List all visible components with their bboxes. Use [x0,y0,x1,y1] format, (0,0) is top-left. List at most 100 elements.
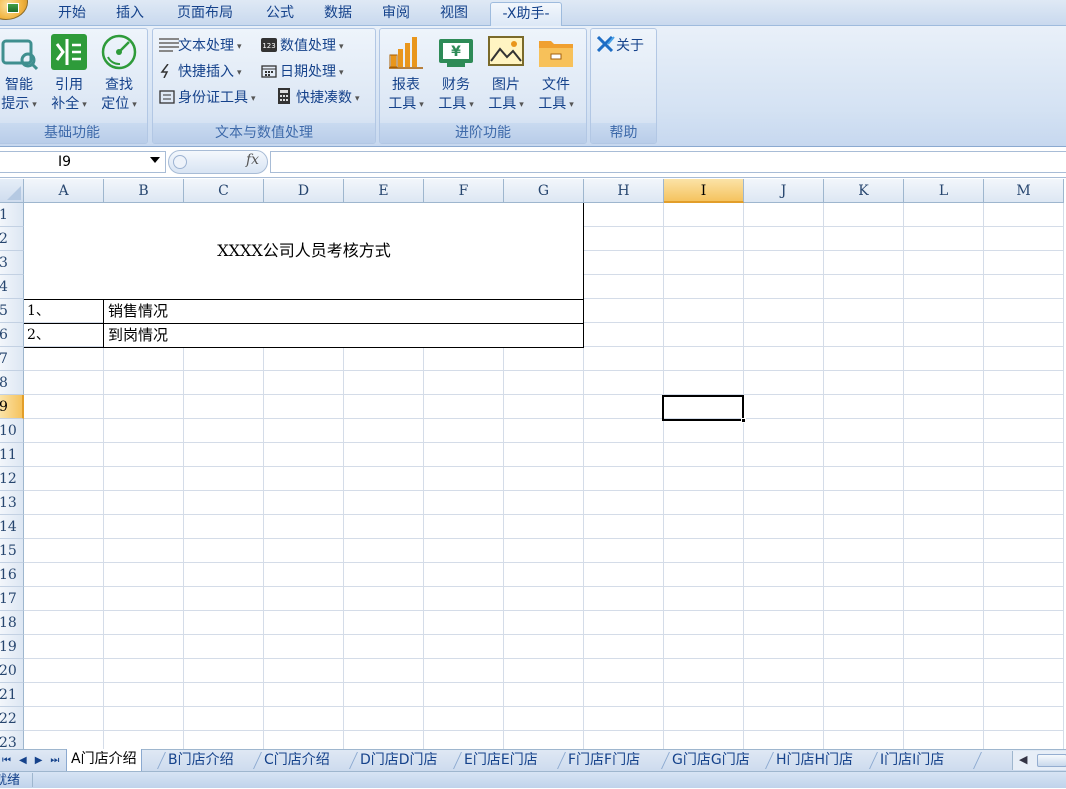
row-header-4[interactable]: 4 [0,275,24,299]
tab-data[interactable]: 数据 [316,2,360,26]
row-header-8[interactable]: 8 [0,371,24,395]
gridline-horizontal [24,442,1064,443]
spreadsheet-grid[interactable]: ABCDEFGHIJKLM 1 2 3 4 5 6 7 8 9 10 11 12 13 14 15 16 17 1… [0,179,1066,749]
column-header-j[interactable]: J [744,179,824,203]
smart-hint-button[interactable]: 智能 提示 ▾ [0,33,41,115]
column-header-l[interactable]: L [904,179,984,203]
expand-circle-icon[interactable] [173,155,187,169]
gridline-horizontal [24,514,1064,515]
next-sheet-icon[interactable]: ▶ [35,755,51,766]
row-header-20[interactable]: 20 [0,659,24,683]
reference-complete-button[interactable]: 引用 补全 ▾ [47,33,91,115]
date-processing-button[interactable]: 日期处理 ▾ [261,61,344,83]
file-tool-button[interactable]: 文件 工具 ▾ [534,33,578,115]
column-header-m[interactable]: M [984,179,1064,203]
gridline-horizontal [24,586,1064,587]
row-header-15[interactable]: 15 [0,539,24,563]
tab-insert[interactable]: 插入 [108,2,152,26]
last-sheet-icon[interactable]: ⏭ [50,755,67,766]
prev-sheet-icon[interactable]: ◀ [19,755,35,766]
sheet-tab-5[interactable]: E门店E门店 [460,750,542,771]
tab-formulas[interactable]: 公式 [258,2,302,26]
row-header-3[interactable]: 3 [0,251,24,275]
finance-yen-icon: ¥ [437,33,475,71]
row-header-6[interactable]: 6 [0,323,24,347]
row-header-23[interactable]: 23 [0,731,24,749]
tab-view[interactable]: 视图 [432,2,476,26]
column-header-a[interactable]: A [24,179,104,203]
picture-tool-label-1: 图片 [492,77,520,93]
row-header-11[interactable]: 11 [0,443,24,467]
text-processing-button[interactable]: 文本处理 ▾ [159,35,242,57]
sheet-tab-8[interactable]: H门店H门店 [772,750,857,771]
row-header-5[interactable]: 5 [0,299,24,323]
about-button[interactable]: 关于 [596,35,644,57]
column-header-h[interactable]: H [584,179,664,203]
number-processing-button[interactable]: 123 数值处理 ▾ [261,35,344,57]
quick-sum-button[interactable]: 快捷凑数 ▾ [277,87,360,109]
row-header-16[interactable]: 16 [0,563,24,587]
name-box[interactable]: I9 [0,151,166,173]
id-card-tool-button[interactable]: 身份证工具 ▾ [159,87,256,109]
scroll-left-icon[interactable]: ◀ [1019,753,1027,766]
tab-review[interactable]: 审阅 [374,2,418,26]
finance-tool-button[interactable]: ¥ 财务 工具 ▾ [434,33,478,115]
cell-b5[interactable]: 销售情况 [108,300,168,323]
sheet-nav-buttons[interactable]: ⏮◀▶⏭ [2,755,67,766]
sheet-tab-3[interactable]: C门店介绍 [260,750,334,771]
folder-icon [537,33,575,71]
column-header-i[interactable]: I [664,179,744,203]
row-header-22[interactable]: 22 [0,707,24,731]
row-header-9[interactable]: 9 [0,395,24,419]
gridline-vertical [743,203,744,749]
quick-insert-button[interactable]: 快捷插入 ▾ [159,61,242,83]
tab-home[interactable]: 开始 [50,2,94,26]
row-header-7[interactable]: 7 [0,347,24,371]
row-header-10[interactable]: 10 [0,419,24,443]
sheet-tab-9[interactable]: I门店I门店 [876,750,948,771]
insert-function-button[interactable]: fx [246,152,259,168]
row-header-2[interactable]: 2 [0,227,24,251]
cell-b6[interactable]: 到岗情况 [108,324,168,347]
tab-x-assistant[interactable]: -X助手- [490,2,562,27]
column-header-k[interactable]: K [824,179,904,203]
row-header-12[interactable]: 12 [0,467,24,491]
column-header-c[interactable]: C [184,179,264,203]
formula-input[interactable] [270,151,1066,173]
row-header-14[interactable]: 14 [0,515,24,539]
sheet-tab-7[interactable]: G门店G门店 [668,750,754,771]
report-tool-button[interactable]: 报表 工具 ▾ [384,33,428,115]
sheet-tab-4[interactable]: D门店D门店 [356,750,442,771]
column-header-f[interactable]: F [424,179,504,203]
row-header-17[interactable]: 17 [0,587,24,611]
sheet-tab-2[interactable]: B门店介绍 [164,750,238,771]
row-header-21[interactable]: 21 [0,683,24,707]
column-header-g[interactable]: G [504,179,584,203]
name-box-dropdown-icon[interactable] [150,157,160,163]
first-sheet-icon[interactable]: ⏮ [2,755,19,766]
column-header-e[interactable]: E [344,179,424,203]
sheet-tab-1[interactable]: A门店介绍 [66,749,142,772]
fill-handle[interactable] [741,418,746,423]
sheet-tab-6[interactable]: F门店F门店 [564,750,644,771]
gridline-horizontal [24,682,1064,683]
tab-page-layout[interactable]: 页面布局 [168,2,242,26]
row-header-13[interactable]: 13 [0,491,24,515]
row-header-19[interactable]: 19 [0,635,24,659]
find-locate-icon [100,33,138,71]
row-header-1[interactable]: 1 [0,203,24,227]
horizontal-scrollbar[interactable]: ◀ [1012,751,1066,770]
picture-tool-button[interactable]: 图片 工具 ▾ [484,33,528,115]
column-header-b[interactable]: B [104,179,184,203]
cell-a6[interactable]: 2、 [27,324,50,347]
select-all-corner[interactable] [0,179,24,203]
office-button[interactable] [0,0,28,20]
cell-a5[interactable]: 1、 [27,300,50,323]
active-cell-cursor[interactable] [662,395,746,423]
find-locate-button[interactable]: 查找 定位 ▾ [97,33,141,115]
gridline-horizontal [24,370,1064,371]
scrollbar-thumb[interactable] [1037,754,1066,767]
column-header-d[interactable]: D [264,179,344,203]
reference-complete-icon [50,33,88,71]
row-header-18[interactable]: 18 [0,611,24,635]
